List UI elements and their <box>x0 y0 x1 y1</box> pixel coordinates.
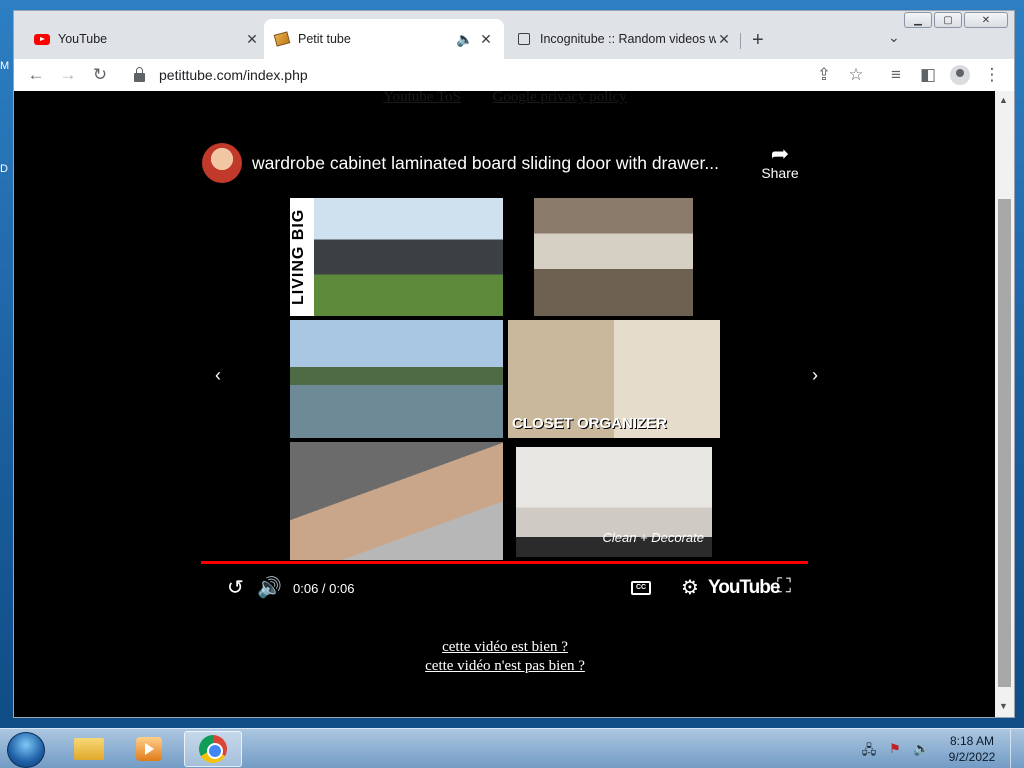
chevron-down-icon[interactable]: ⌄ <box>888 29 900 46</box>
share-button[interactable]: ➦ Share <box>756 141 804 182</box>
media-control-icon[interactable]: ≡ <box>880 61 912 89</box>
channel-avatar[interactable] <box>202 143 242 183</box>
system-tray: 🖧 ⚑ 🔈 8:18 AM 9/2/2022 <box>856 729 1024 768</box>
replay-icon[interactable]: ↺ <box>227 575 244 600</box>
close-icon[interactable]: ✕ <box>478 31 494 48</box>
tab-separator <box>740 33 741 49</box>
youtube-logo-link[interactable]: YouTube <box>708 577 780 599</box>
clock[interactable]: 8:18 AM 9/2/2022 <box>934 733 1010 765</box>
settings-gear-icon[interactable]: ⚙ <box>681 575 699 600</box>
suggested-video-thumbnail[interactable]: CLOSET ORGANIZER <box>508 320 720 438</box>
google-privacy-link[interactable]: Google privacy policy <box>493 91 627 105</box>
show-desktop-button[interactable] <box>1010 729 1024 768</box>
scroll-up-arrow-icon[interactable]: ▲ <box>999 95 1008 105</box>
back-icon[interactable]: ← <box>20 61 52 89</box>
share-label: Share <box>761 165 799 181</box>
chevron-left-icon[interactable]: ‹ <box>215 365 221 386</box>
chevron-right-icon[interactable]: › <box>812 365 818 386</box>
top-links: Youtube ToS Google privacy policy <box>14 91 996 106</box>
close-icon[interactable]: ✕ <box>244 31 260 48</box>
tab-petit-tube[interactable]: Petit tube 🔈 ✕ <box>264 19 504 59</box>
scrollbar-thumb[interactable] <box>998 199 1011 687</box>
folder-icon <box>74 738 104 760</box>
volume-icon[interactable]: 🔊 <box>257 575 282 600</box>
thumbnail-overlay-text: CLOSET ORGANIZER <box>512 415 668 432</box>
taskbar: 🖧 ⚑ 🔈 8:18 AM 9/2/2022 <box>0 728 1024 768</box>
close-icon[interactable]: ✕ <box>716 31 732 48</box>
video-good-link[interactable]: cette vidéo est bien ? <box>14 638 996 657</box>
tab-strip: YouTube ✕ Petit tube 🔈 ✕ Incognitube :: … <box>14 19 1014 59</box>
youtube-icon <box>34 31 50 47</box>
tab-label: YouTube <box>58 32 108 46</box>
tab-label: Petit tube <box>298 32 351 46</box>
youtube-tos-link[interactable]: Youtube ToS <box>383 91 461 105</box>
thumbnail-overlay-text: LIVING BIG <box>290 198 314 316</box>
tab-label: Incognitube :: Random videos wi <box>540 32 716 46</box>
progress-bar[interactable] <box>201 561 808 564</box>
browser-window: ▁ ▢ ✕ YouTube ✕ Petit tube 🔈 ✕ Incognitu… <box>13 10 1015 718</box>
toolbar-right-icons: ⇪ ☆ ≡ ◧ ⋮ <box>808 61 1014 89</box>
clock-date: 9/2/2022 <box>948 750 996 764</box>
page-content: Youtube ToS Google privacy policy wardro… <box>14 91 996 717</box>
suggested-video-thumbnail[interactable] <box>534 198 693 316</box>
browser-toolbar: ← → ↻ petittube.com/index.php ⇪ ☆ ≡ ◧ ⋮ <box>14 59 1014 91</box>
volume-tray-icon[interactable]: 🔈 <box>913 741 929 757</box>
chrome-taskbar-button[interactable] <box>184 731 242 767</box>
clock-time: 8:18 AM <box>949 734 995 748</box>
media-player-icon <box>136 737 162 761</box>
address-bar[interactable]: petittube.com/index.php <box>122 61 806 89</box>
side-panel-icon[interactable]: ◧ <box>912 61 944 89</box>
explorer-taskbar-button[interactable] <box>60 731 118 767</box>
speaker-icon[interactable]: 🔈 <box>456 31 473 48</box>
desktop-icon-label: M <box>0 60 10 72</box>
chrome-icon <box>199 735 227 763</box>
url-text: petittube.com/index.php <box>159 67 308 83</box>
lock-icon <box>134 66 145 82</box>
feedback-links: cette vidéo est bien ? cette vidéo n'est… <box>14 638 996 676</box>
share-page-icon[interactable]: ⇪ <box>808 61 840 89</box>
reload-icon[interactable]: ↻ <box>84 61 116 89</box>
scroll-down-arrow-icon[interactable]: ▼ <box>999 701 1008 711</box>
captions-icon[interactable]: CC <box>631 581 651 595</box>
start-button[interactable] <box>7 732 45 768</box>
suggested-video-thumbnail[interactable] <box>290 320 503 438</box>
thumbnail-overlay-text: Clean + Decorate <box>602 530 704 545</box>
forward-icon[interactable]: → <box>52 61 84 89</box>
suggested-video-thumbnail[interactable] <box>290 442 503 560</box>
tab-youtube[interactable]: YouTube ✕ <box>24 19 270 59</box>
tab-incognitube[interactable]: Incognitube :: Random videos wi ✕ <box>506 19 742 59</box>
fullscreen-icon[interactable]: ⛶ <box>777 575 791 598</box>
profile-icon[interactable] <box>944 61 976 89</box>
desktop-icon-label: D <box>0 163 8 175</box>
incognitube-icon <box>516 31 532 47</box>
suggested-video-thumbnail[interactable]: Clean + Decorate <box>516 447 712 557</box>
page-scrollbar[interactable]: ▲ ▼ <box>995 91 1014 717</box>
video-player[interactable]: wardrobe cabinet laminated board sliding… <box>201 137 818 615</box>
petittube-icon <box>273 31 291 47</box>
video-bad-link[interactable]: cette vidéo n'est pas bien ? <box>14 657 996 676</box>
player-controls: ↺ 🔊 0:06 / 0:06 CC ⚙ YouTube ⛶ <box>201 569 808 609</box>
media-player-taskbar-button[interactable] <box>120 731 178 767</box>
action-center-flag-icon[interactable]: ⚑ <box>887 741 903 757</box>
bookmark-star-icon[interactable]: ☆ <box>840 61 872 89</box>
video-title[interactable]: wardrobe cabinet laminated board sliding… <box>252 153 752 174</box>
menu-kebab-icon[interactable]: ⋮ <box>976 61 1008 89</box>
network-icon[interactable]: 🖧 <box>861 741 877 757</box>
suggested-video-thumbnail[interactable]: LIVING BIG <box>290 198 503 316</box>
time-display: 0:06 / 0:06 <box>293 581 355 596</box>
new-tab-button[interactable]: + <box>752 29 764 52</box>
share-icon: ➦ <box>770 141 790 166</box>
